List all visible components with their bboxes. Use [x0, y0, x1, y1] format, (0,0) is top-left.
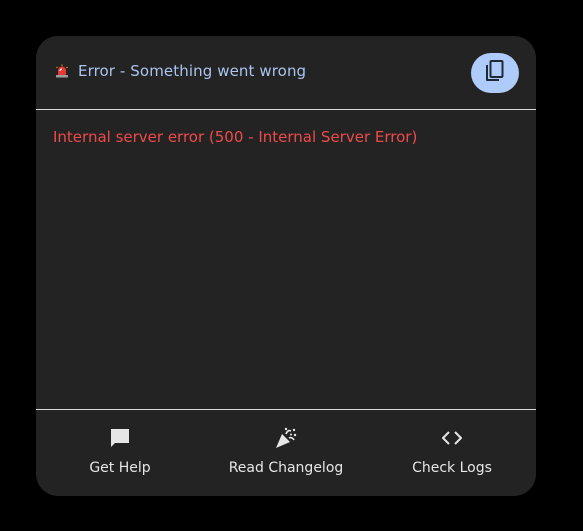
- siren-icon: [55, 63, 69, 78]
- check-logs-button[interactable]: Check Logs: [402, 410, 502, 496]
- dialog-header: Error - Something went wrong: [36, 36, 536, 110]
- copy-button[interactable]: [471, 53, 519, 93]
- error-dialog: Error - Something went wrong Internal se…: [36, 36, 536, 496]
- dialog-footer: Get Help Read Changelog Check Logs: [36, 409, 536, 496]
- error-message: Internal server error (500 - Internal Se…: [53, 128, 418, 146]
- read-changelog-button[interactable]: Read Changelog: [221, 410, 351, 496]
- check-logs-label: Check Logs: [412, 460, 492, 476]
- party-popper-icon: [274, 426, 298, 450]
- copy-icon: [484, 59, 506, 87]
- get-help-label: Get Help: [89, 460, 151, 476]
- chat-icon: [108, 426, 132, 450]
- get-help-button[interactable]: Get Help: [70, 410, 170, 496]
- code-icon: [440, 426, 464, 450]
- dialog-title: Error - Something went wrong: [78, 62, 307, 80]
- read-changelog-label: Read Changelog: [228, 460, 344, 476]
